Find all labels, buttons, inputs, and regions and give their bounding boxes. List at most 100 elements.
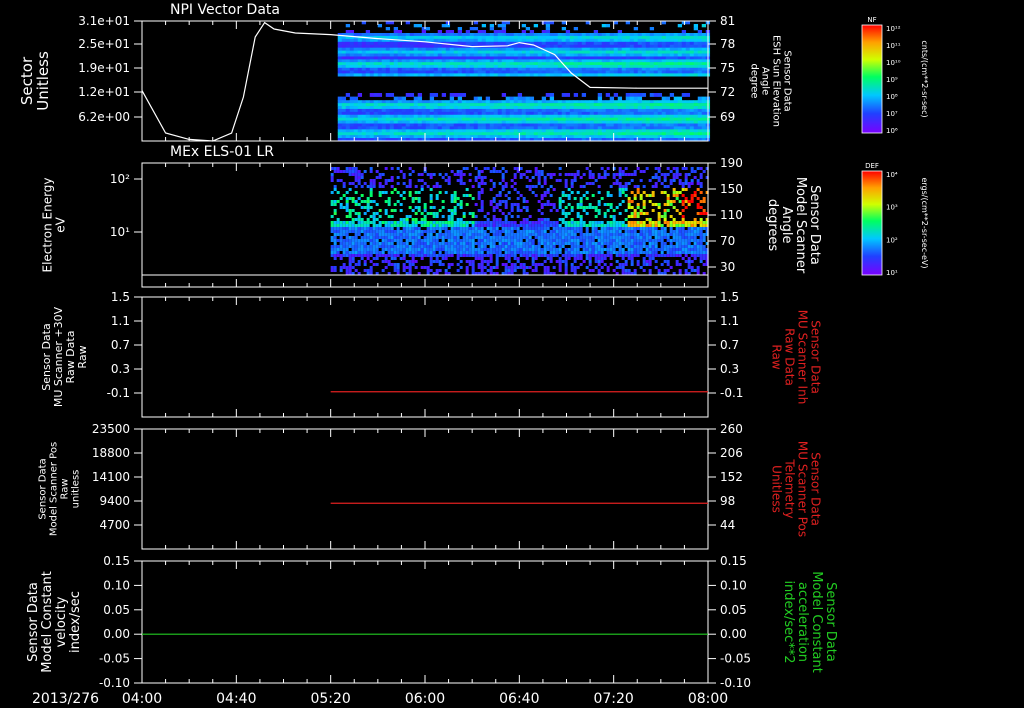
- spectrogram-cell: [369, 120, 375, 124]
- spectrogram-cell: [609, 120, 615, 124]
- spectrogram-cell: [353, 100, 359, 104]
- spectrogram-cell: [357, 233, 361, 236]
- spectrogram-cell: [349, 135, 355, 139]
- spectrogram-cell: [581, 59, 587, 63]
- spectrogram-cell: [330, 215, 334, 218]
- spectrogram-cell: [612, 236, 616, 239]
- spectrogram-cell: [377, 117, 383, 121]
- spectrogram-cell: [645, 108, 651, 113]
- spectrogram-cell: [549, 254, 553, 257]
- spectrogram-cell: [621, 53, 627, 57]
- spectrogram-cell: [417, 106, 423, 110]
- spectrogram-cell: [453, 173, 457, 176]
- spectrogram-cell: [456, 233, 460, 236]
- spectrogram-cell: [513, 33, 519, 37]
- spectrogram-cell: [564, 173, 568, 176]
- spectrogram-cell: [361, 126, 367, 130]
- spectrogram-cell: [565, 111, 571, 116]
- spectrogram-cell: [639, 209, 643, 212]
- spectrogram-cell: [633, 185, 637, 188]
- spectrogram-cell: [601, 67, 607, 71]
- spectrogram-cell: [609, 59, 615, 63]
- spectrogram-cell: [433, 47, 439, 51]
- spectrogram-cell: [657, 212, 661, 215]
- spectrogram-cell: [531, 239, 535, 242]
- spectrogram-cell: [465, 254, 469, 257]
- spectrogram-cell: [557, 47, 563, 51]
- spectrogram-cell: [421, 120, 427, 124]
- spectrogram-cell: [405, 185, 409, 188]
- spectrogram-cell: [339, 179, 343, 182]
- spectrogram-cell: [360, 200, 364, 203]
- spectrogram-cell: [501, 236, 505, 239]
- spectrogram-cell: [477, 126, 483, 130]
- spectrogram-cell: [693, 230, 697, 233]
- spectrogram-cell: [537, 117, 543, 121]
- spectrogram-cell: [617, 56, 623, 60]
- spectrogram-cell: [673, 41, 679, 46]
- spectrogram-cell: [366, 203, 370, 206]
- spectrogram-cell: [689, 70, 695, 74]
- spectrogram-cell: [384, 248, 388, 251]
- spectrogram-cell: [377, 24, 383, 28]
- spectrogram-cell: [543, 245, 547, 248]
- spectrogram-cell: [557, 73, 563, 77]
- spectrogram-cell: [597, 41, 603, 46]
- spectrogram-cell: [492, 251, 496, 254]
- spectrogram-cell: [685, 126, 691, 130]
- spectrogram-cell: [417, 62, 423, 66]
- spectrogram-cell: [589, 108, 595, 113]
- spectrogram-cell: [474, 167, 478, 170]
- spectrogram-cell: [405, 218, 409, 221]
- spectrogram-cell: [408, 173, 412, 176]
- spectrogram-cell: [669, 179, 673, 182]
- spectrogram-cell: [393, 135, 399, 139]
- spectrogram-cell: [405, 227, 409, 230]
- spectrogram-cell: [593, 129, 599, 133]
- spectrogram-cell: [697, 96, 703, 101]
- spectrogram-cell: [533, 114, 539, 118]
- spectrogram-cell: [389, 108, 395, 113]
- spectrogram-cell: [495, 194, 499, 197]
- spectrogram-cell: [411, 170, 415, 173]
- spectrogram-cell: [637, 44, 643, 48]
- spectrogram-cell: [617, 129, 623, 133]
- spectrogram-cell: [561, 233, 565, 236]
- spectrogram-cell: [606, 167, 610, 170]
- spectrogram-cell: [546, 173, 550, 176]
- spectrogram-cell: [477, 254, 481, 257]
- spectrogram-cell: [405, 132, 411, 136]
- spectrogram-cell: [373, 108, 379, 113]
- spectrogram-cell: [465, 117, 471, 121]
- spectrogram-cell: [381, 41, 387, 46]
- spectrogram-cell: [393, 209, 397, 212]
- spectrogram-cell: [684, 221, 688, 224]
- spectrogram-cell: [625, 53, 631, 57]
- spectrogram-cell: [381, 117, 387, 121]
- spectrogram-cell: [541, 132, 547, 136]
- spectrogram-cell: [397, 117, 403, 121]
- spectrogram-cell: [396, 167, 400, 170]
- spectrogram-cell: [613, 47, 619, 51]
- spectrogram-cell: [629, 73, 635, 77]
- spectrogram-cell: [653, 38, 659, 43]
- spectrogram-cell: [361, 129, 367, 133]
- spectrogram-cell: [369, 206, 373, 209]
- spectrogram-cell: [689, 53, 695, 57]
- spectrogram-cell: [486, 212, 490, 215]
- spectrogram-cell: [387, 242, 391, 245]
- spectrogram-cell: [480, 251, 484, 254]
- spectrogram-cell: [421, 114, 427, 118]
- spectrogram-cell: [433, 135, 439, 139]
- spectrogram-cell: [639, 242, 643, 245]
- spectrogram-cell: [617, 33, 623, 37]
- spectrogram-cell: [649, 106, 655, 110]
- spectrogram-cell: [377, 59, 383, 63]
- spectrogram-cell: [519, 224, 523, 227]
- spectrogram-cell: [516, 248, 520, 251]
- spectrogram-cell: [522, 206, 526, 209]
- spectrogram-cell: [573, 41, 579, 46]
- spectrogram-cell: [642, 227, 646, 230]
- spectrogram-cell: [426, 236, 430, 239]
- spectrogram-cell: [666, 209, 670, 212]
